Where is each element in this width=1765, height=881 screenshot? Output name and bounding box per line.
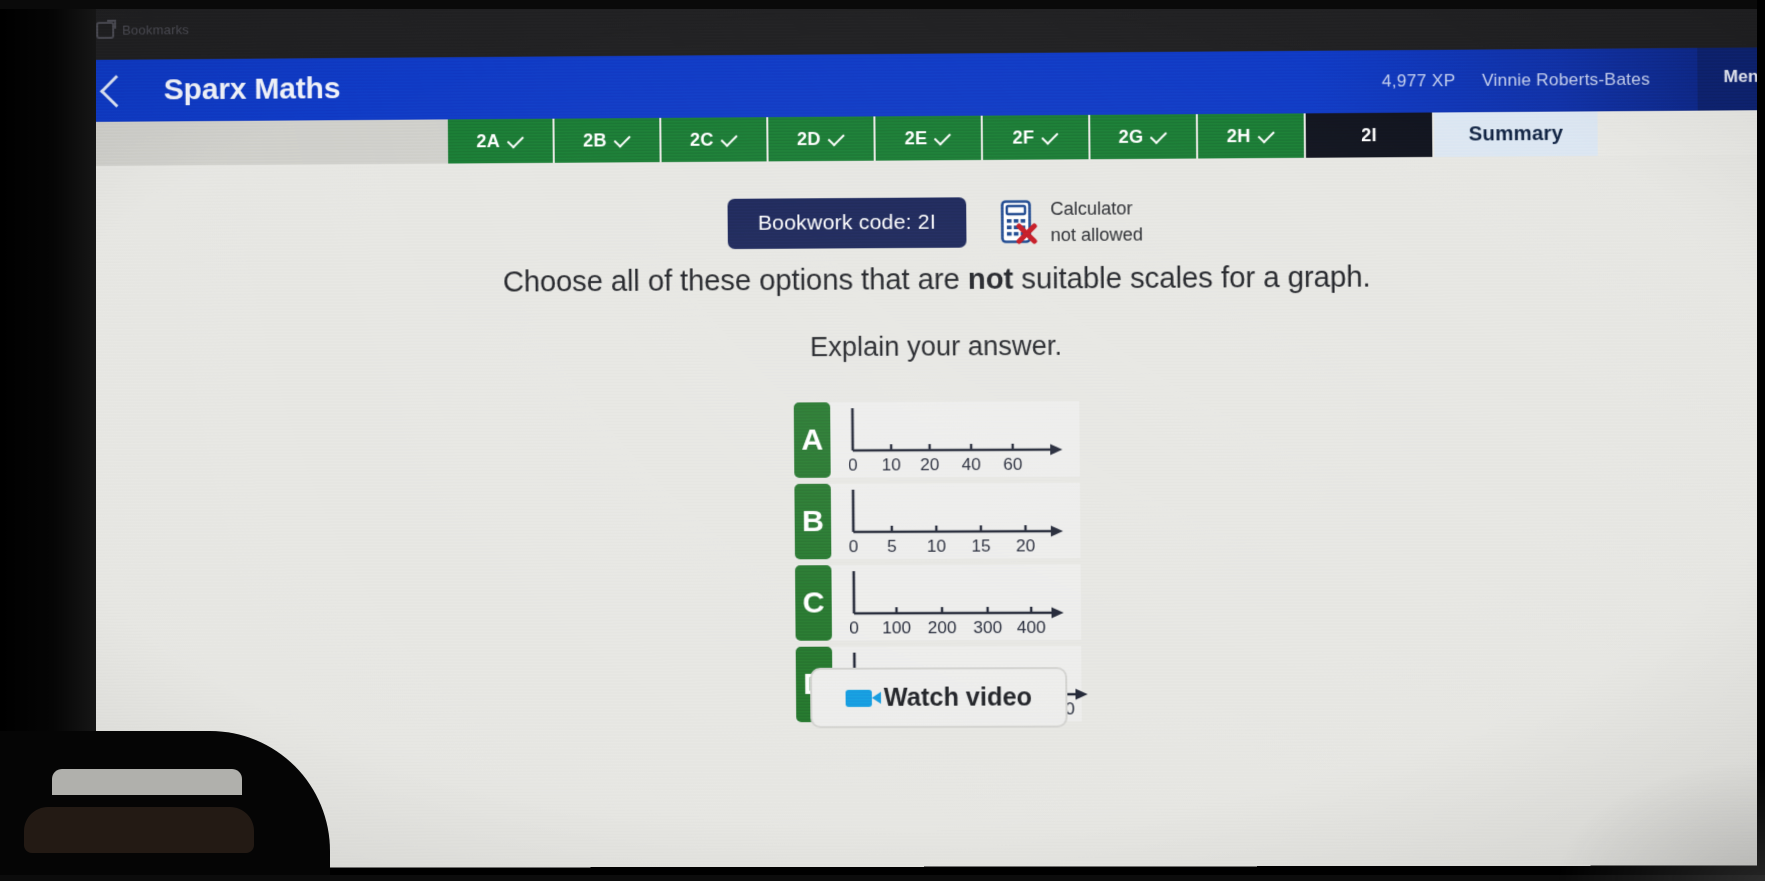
check-icon bbox=[1150, 127, 1167, 144]
screen-surface: Bookmarks Sparx Maths 4,977 XP Vinnie Ro… bbox=[78, 0, 1765, 868]
tab-2c[interactable]: 2C bbox=[661, 117, 768, 162]
photo-frame: Bookmarks Sparx Maths 4,977 XP Vinnie Ro… bbox=[0, 0, 1765, 881]
tab-2e-label: 2E bbox=[905, 128, 928, 149]
browser-bookmarks-item[interactable]: Bookmarks bbox=[96, 21, 189, 39]
option-a[interactable]: A 0 10 20 40 60 bbox=[794, 401, 1080, 478]
watch-video-label: Watch video bbox=[884, 683, 1032, 713]
bookmark-icon bbox=[96, 22, 114, 39]
question-part-1: Choose all of these options that are bbox=[503, 264, 968, 299]
option-a-number-line: 0 10 20 40 60 bbox=[842, 401, 1080, 478]
watch-video-button[interactable]: Watch video bbox=[810, 667, 1068, 728]
option-b-tick-2: 10 bbox=[927, 537, 946, 556]
question-text: Choose all of these options that are not… bbox=[80, 259, 1765, 302]
option-c-number-line: 0 100 200 300 400 bbox=[844, 564, 1082, 640]
tab-bar-lead-spacer bbox=[79, 119, 448, 166]
check-icon bbox=[613, 130, 630, 147]
tab-2f-label: 2F bbox=[1012, 127, 1034, 148]
option-c-tick-0: 0 bbox=[849, 618, 859, 637]
tab-2i[interactable]: 2I bbox=[1306, 112, 1435, 157]
tab-summary[interactable]: Summary bbox=[1434, 111, 1598, 157]
option-b-letter: B bbox=[794, 484, 831, 560]
tab-2a-label: 2A bbox=[476, 131, 500, 152]
calculator-line-1: Calculator bbox=[1050, 195, 1143, 222]
tab-2b-label: 2B bbox=[583, 130, 607, 151]
tab-2i-label: 2I bbox=[1361, 125, 1377, 146]
tab-bar-trail-spacer bbox=[1597, 110, 1765, 156]
explain-prompt: Explain your answer. bbox=[81, 327, 1765, 367]
photo-right-edge bbox=[1757, 0, 1765, 881]
photo-bottom-edge bbox=[0, 875, 1765, 881]
tab-2d-label: 2D bbox=[797, 128, 821, 149]
user-name[interactable]: Vinnie Roberts-Bates bbox=[1482, 70, 1650, 91]
option-c-tick-2: 200 bbox=[928, 618, 957, 637]
option-a-letter: A bbox=[794, 402, 831, 478]
video-camera-icon bbox=[845, 689, 871, 706]
option-b-number-line: 0 5 10 15 20 bbox=[843, 483, 1081, 559]
option-b-tick-3: 15 bbox=[971, 536, 990, 555]
check-icon bbox=[934, 128, 951, 145]
tab-2g-label: 2G bbox=[1118, 126, 1143, 147]
check-icon bbox=[720, 130, 737, 147]
option-a-tick-2: 20 bbox=[920, 455, 939, 474]
option-b-tick-1: 5 bbox=[887, 537, 897, 556]
tab-2g[interactable]: 2G bbox=[1090, 114, 1198, 159]
check-icon bbox=[1257, 126, 1274, 143]
menu-button[interactable]: Menu bbox=[1697, 47, 1765, 111]
app-header: Sparx Maths 4,977 XP Vinnie Roberts-Bate… bbox=[78, 47, 1765, 122]
option-b-tick-4: 20 bbox=[1016, 536, 1035, 555]
tab-summary-label: Summary bbox=[1469, 122, 1564, 146]
xp-badge: 4,977 XP bbox=[1382, 71, 1456, 92]
option-a-tick-1: 10 bbox=[882, 455, 901, 474]
tab-2e[interactable]: 2E bbox=[875, 116, 983, 161]
check-icon bbox=[1041, 127, 1058, 144]
app-title: Sparx Maths bbox=[164, 72, 341, 107]
photo-top-edge bbox=[0, 0, 1765, 9]
option-a-tick-3: 40 bbox=[962, 455, 981, 474]
option-a-tick-0: 0 bbox=[848, 455, 858, 474]
tab-2b[interactable]: 2B bbox=[554, 118, 661, 163]
tab-2d[interactable]: 2D bbox=[768, 116, 875, 161]
check-icon bbox=[827, 129, 844, 146]
option-c-letter: C bbox=[795, 565, 832, 641]
tab-2f[interactable]: 2F bbox=[983, 115, 1091, 160]
option-c-tick-3: 300 bbox=[973, 618, 1002, 637]
question-emphasis: not bbox=[968, 263, 1014, 295]
laptop-base-edge bbox=[24, 807, 254, 853]
calculator-not-allowed-icon bbox=[1001, 200, 1038, 245]
option-c[interactable]: C 0 100 200 300 400 bbox=[795, 564, 1081, 640]
calculator-notice: Calculator not allowed bbox=[1001, 195, 1144, 248]
calculator-notice-text: Calculator not allowed bbox=[1050, 195, 1143, 248]
tab-2a[interactable]: 2A bbox=[448, 119, 555, 164]
back-chevron-icon[interactable] bbox=[100, 74, 133, 107]
tab-2h[interactable]: 2H bbox=[1198, 113, 1306, 158]
page-body: Bookwork code: 2I Calculator not allowed… bbox=[79, 154, 1765, 868]
check-icon bbox=[507, 131, 524, 148]
tab-2c-label: 2C bbox=[690, 129, 714, 150]
photo-bottom-left-dark bbox=[0, 731, 330, 881]
option-c-tick-4: 400 bbox=[1017, 618, 1046, 637]
tab-2h-label: 2H bbox=[1227, 125, 1251, 146]
calculator-line-2: not allowed bbox=[1051, 221, 1144, 248]
bookwork-row: Bookwork code: 2I Calculator not allowed bbox=[80, 191, 1765, 254]
laptop-screen-bottom bbox=[52, 769, 242, 795]
bookwork-code-badge: Bookwork code: 2I bbox=[727, 197, 966, 249]
browser-tab-label: Bookmarks bbox=[122, 22, 189, 38]
option-a-tick-4: 60 bbox=[1003, 455, 1022, 474]
option-c-tick-1: 100 bbox=[882, 618, 911, 637]
option-b[interactable]: B 0 5 10 15 20 bbox=[794, 483, 1080, 560]
question-part-2: suitable scales for a graph. bbox=[1013, 261, 1371, 295]
answer-options-list: A 0 10 20 40 60 B 0 5 10 15 20 C 0 100 2… bbox=[81, 398, 1765, 724]
header-spacer bbox=[340, 82, 1381, 90]
option-b-tick-0: 0 bbox=[849, 537, 859, 556]
